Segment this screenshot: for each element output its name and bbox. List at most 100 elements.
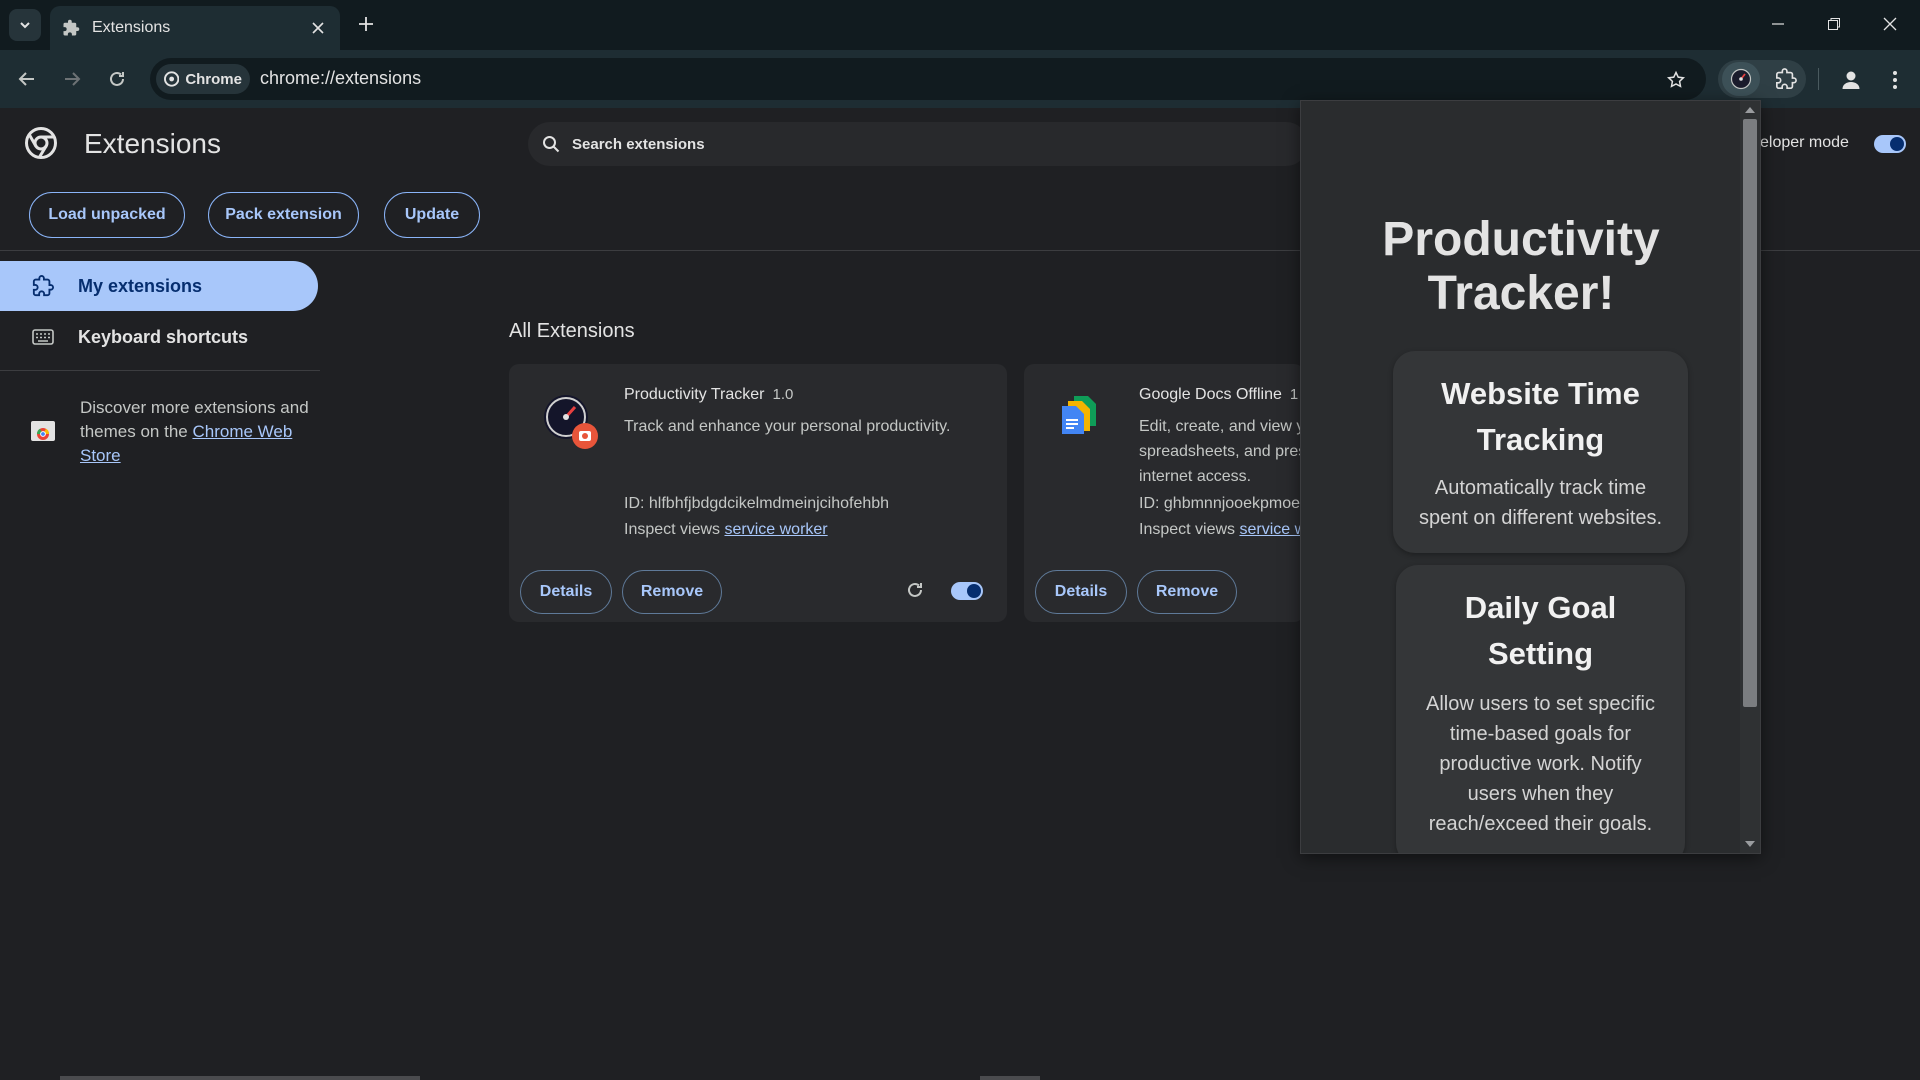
url-text[interactable]: chrome://extensions bbox=[260, 68, 421, 89]
star-icon bbox=[1666, 70, 1686, 88]
web-store-icon bbox=[31, 421, 55, 441]
all-extensions-heading: All Extensions bbox=[509, 320, 635, 342]
popup-title-line: Tracker! bbox=[1427, 267, 1615, 320]
minimize-icon bbox=[1772, 23, 1784, 25]
service-worker-link[interactable]: service worker bbox=[724, 521, 827, 538]
tab-extensions[interactable]: Extensions bbox=[50, 6, 340, 50]
feature-description-line: productive work. Notify bbox=[1439, 753, 1642, 775]
description-line: internet access. bbox=[1139, 468, 1252, 485]
keyboard-icon bbox=[32, 329, 54, 345]
feature-card-website-time-tracking: Website Time Tracking Automatically trac… bbox=[1393, 351, 1688, 553]
reload-button[interactable] bbox=[100, 62, 134, 96]
chrome-menu-button[interactable] bbox=[1880, 63, 1910, 97]
site-info-chip[interactable]: Chrome bbox=[156, 64, 250, 94]
details-button[interactable]: Details bbox=[1035, 570, 1127, 614]
update-button[interactable]: Update bbox=[384, 192, 480, 238]
restore-button[interactable] bbox=[1814, 8, 1854, 40]
extension-popup: Productivity Tracker! Website Time Track… bbox=[1300, 100, 1761, 854]
remove-button[interactable]: Remove bbox=[1137, 570, 1237, 614]
google-docs-offline-icon bbox=[1062, 396, 1096, 434]
close-window-button[interactable] bbox=[1870, 8, 1910, 40]
restore-icon bbox=[1828, 18, 1840, 30]
productivity-tracker-action-button[interactable] bbox=[1722, 62, 1760, 96]
feature-description-line: users when they bbox=[1467, 783, 1614, 805]
popup-scrollbar-thumb[interactable] bbox=[1743, 119, 1757, 707]
description-line: spreadsheets, and pres bbox=[1139, 443, 1307, 460]
sidebar-item-keyboard-shortcuts[interactable]: Keyboard shortcuts bbox=[0, 312, 318, 362]
popup-title-line: Productivity bbox=[1382, 213, 1660, 266]
extensions-menu-button[interactable] bbox=[1768, 62, 1804, 96]
arrow-right-icon bbox=[65, 72, 81, 86]
profile-button[interactable] bbox=[1834, 63, 1868, 97]
search-input[interactable] bbox=[570, 134, 1170, 154]
extension-card-productivity-tracker: Productivity Tracker 1.0 Track and enhanc… bbox=[509, 364, 1007, 622]
feature-description-line: reach/exceed their goals. bbox=[1428, 813, 1653, 835]
search-icon bbox=[543, 136, 560, 153]
scroll-up-arrow-icon[interactable] bbox=[1744, 105, 1756, 115]
developer-mode-toggle[interactable] bbox=[1874, 135, 1906, 153]
feature-title: Website Time Tracking bbox=[1393, 371, 1688, 463]
extension-name: Productivity Tracker bbox=[624, 386, 765, 403]
sidebar-divider bbox=[0, 370, 320, 371]
feature-description: Automatically track time spent on differ… bbox=[1393, 473, 1688, 533]
forward-button[interactable] bbox=[55, 62, 89, 96]
pack-extension-button[interactable]: Pack extension bbox=[208, 192, 359, 238]
discover-more-text: Discover more extensions and themes on t… bbox=[80, 396, 320, 468]
inspect-views-label: Inspect views bbox=[624, 521, 725, 538]
puzzle-icon bbox=[1776, 68, 1797, 89]
feature-description-line: Automatically track time bbox=[1434, 477, 1647, 499]
remove-button[interactable]: Remove bbox=[622, 570, 722, 614]
sidebar-item-label: My extensions bbox=[78, 275, 203, 296]
load-unpacked-button[interactable]: Load unpacked bbox=[29, 192, 185, 238]
feature-description-line: spent on different websites. bbox=[1418, 507, 1663, 529]
popup-title: Productivity Tracker! bbox=[1301, 213, 1741, 321]
extension-id: ID: hlfbhfjbdgdcikelmdmeinjcihofehbh bbox=[624, 495, 890, 512]
new-tab-button[interactable] bbox=[352, 10, 380, 38]
bottom-scroll-indicator bbox=[980, 1076, 1040, 1080]
developer-mode-label: eloper mode bbox=[1760, 134, 1849, 151]
scroll-down-arrow-icon[interactable] bbox=[1744, 839, 1756, 849]
reload-extension-icon[interactable] bbox=[905, 580, 925, 600]
description-line: Edit, create, and view y bbox=[1139, 418, 1305, 435]
extensions-icon bbox=[32, 275, 54, 297]
minimize-button[interactable] bbox=[1758, 8, 1798, 40]
productivity-tracker-icon bbox=[544, 395, 598, 449]
back-button[interactable] bbox=[10, 62, 44, 96]
extension-id: ID: ghbmnnjooekpmoe bbox=[1139, 495, 1300, 512]
inspect-views-label: Inspect views bbox=[1139, 521, 1240, 538]
chrome-extensions-logo-icon bbox=[25, 127, 57, 159]
sidebar-item-my-extensions[interactable]: My extensions bbox=[0, 261, 318, 311]
feature-description-line: Allow users to set specific bbox=[1426, 693, 1655, 715]
site-info-label: Chrome bbox=[185, 70, 242, 88]
extension-title: Google Docs Offline 1 bbox=[1139, 386, 1298, 404]
inspect-views: Inspect views service w bbox=[1139, 521, 1306, 539]
tab-title: Extensions bbox=[92, 19, 171, 36]
page-title: Extensions bbox=[84, 128, 221, 159]
chevron-down-icon bbox=[20, 22, 30, 29]
puzzle-icon bbox=[63, 19, 80, 36]
arrow-left-icon bbox=[18, 72, 34, 86]
extension-title: Productivity Tracker 1.0 bbox=[624, 386, 793, 404]
chrome-logo-icon bbox=[164, 71, 180, 87]
service-worker-link[interactable]: service w bbox=[1239, 521, 1306, 538]
inspect-views: Inspect views service worker bbox=[624, 521, 828, 539]
bottom-scroll-indicator bbox=[60, 1076, 420, 1080]
feature-title-line: Tracking bbox=[1476, 422, 1605, 457]
feature-title: Daily Goal Setting bbox=[1396, 585, 1685, 677]
close-tab-icon[interactable] bbox=[308, 18, 328, 38]
plus-icon bbox=[359, 17, 373, 31]
feature-description: Allow users to set specific time-based g… bbox=[1396, 689, 1685, 839]
search-extensions-bar[interactable] bbox=[528, 122, 1308, 166]
bookmark-star-button[interactable] bbox=[1662, 66, 1690, 94]
extension-enable-toggle[interactable] bbox=[951, 582, 983, 600]
person-icon bbox=[1842, 71, 1860, 89]
sidebar-item-label: Keyboard shortcuts bbox=[78, 326, 249, 347]
popup-scrollbar[interactable] bbox=[1740, 101, 1760, 853]
extension-name: Google Docs Offline bbox=[1139, 386, 1282, 403]
close-icon bbox=[1883, 17, 1897, 31]
details-button[interactable]: Details bbox=[520, 570, 612, 614]
reload-icon bbox=[110, 71, 124, 86]
feature-description-line: time-based goals for bbox=[1449, 723, 1632, 745]
tab-search-button[interactable] bbox=[9, 9, 41, 41]
extension-version: 1.0 bbox=[772, 386, 794, 403]
